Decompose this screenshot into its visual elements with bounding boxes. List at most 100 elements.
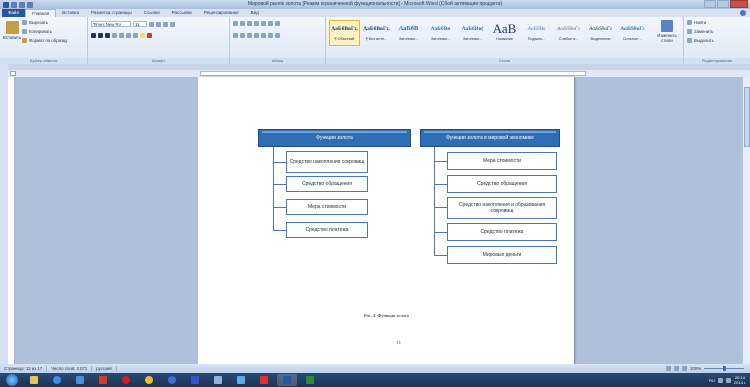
taskbar-yandex[interactable] [254, 374, 274, 386]
decrease-indent-icon[interactable] [254, 21, 259, 26]
tab-home[interactable]: Главная [25, 9, 57, 17]
style-heading-2[interactable]: АаБбВв Заголово... [425, 20, 456, 46]
minimize-button[interactable] [704, 0, 716, 8]
subscript-icon[interactable] [119, 33, 124, 38]
style-subtle-emphasis[interactable]: АаБбВвГг Слабое в... [553, 20, 584, 46]
copy-button[interactable]: Копировать [22, 29, 52, 34]
cut-button[interactable]: Вырезать [22, 20, 48, 25]
shading-icon[interactable] [268, 33, 273, 38]
taskbar-app[interactable] [185, 374, 205, 386]
style-heading-1[interactable]: АаБбВ Заголово... [393, 20, 424, 46]
grow-font-icon[interactable] [149, 21, 154, 27]
taskbar-word[interactable] [277, 374, 297, 386]
tab-view[interactable]: Вид [245, 9, 265, 17]
numbering-icon[interactable] [240, 21, 245, 26]
change-styles-button[interactable]: Изменить стили [653, 20, 681, 43]
align-right-icon[interactable] [247, 33, 252, 38]
start-button[interactable] [6, 374, 18, 386]
figure-caption[interactable]: Рис. 4. Функции золота [364, 313, 409, 318]
style-intense-emphasis[interactable]: АаБбВвГг Сильное ... [617, 20, 648, 46]
clock-date: 2014 г. [733, 380, 746, 385]
align-center-icon[interactable] [240, 33, 245, 38]
justify-icon[interactable] [254, 33, 259, 38]
help-icon[interactable] [740, 10, 746, 16]
left-strip [0, 64, 8, 364]
underline-icon[interactable] [105, 33, 110, 38]
close-button[interactable] [730, 0, 748, 8]
zoom-slider-handle[interactable] [723, 366, 726, 371]
volume-icon[interactable] [725, 377, 731, 383]
highlight-icon[interactable] [140, 33, 145, 38]
horizontal-ruler[interactable] [8, 70, 750, 77]
pilcrow-icon[interactable] [275, 21, 280, 26]
borders-icon[interactable] [275, 33, 280, 38]
sort-icon[interactable] [268, 21, 273, 26]
italic-icon[interactable] [98, 33, 103, 38]
taskbar-media[interactable] [70, 374, 90, 386]
tab-page-layout[interactable]: Разметка страницы [85, 9, 138, 17]
paragraph-group: Абзац [230, 17, 326, 64]
right-diagram-item: Средство платежа [447, 223, 557, 241]
view-print-layout-icon[interactable] [666, 366, 671, 371]
select-button[interactable]: Выделить [687, 38, 714, 43]
replace-button[interactable]: Заменить [687, 29, 713, 34]
document-page[interactable]: Функции золота Средство накопления сокро… [198, 77, 574, 364]
font-name-field[interactable]: Times New Ro [91, 21, 131, 27]
format-painter-button[interactable]: Формат по образцу [22, 38, 68, 43]
network-icon[interactable] [717, 377, 723, 383]
bullets-icon[interactable] [233, 21, 238, 26]
zoom-slider[interactable] [704, 366, 744, 371]
maximize-button[interactable] [717, 0, 729, 8]
style-heading-3[interactable]: АаБбВв( Заголово... [457, 20, 488, 46]
zoom-level[interactable]: 100% [690, 366, 701, 371]
bold-icon[interactable] [91, 33, 96, 38]
tab-review[interactable]: Рецензирование [198, 9, 245, 17]
word-count[interactable]: Число слов: 3 071 [47, 366, 93, 371]
taskbar-app[interactable] [162, 374, 182, 386]
text-effects-icon[interactable] [133, 33, 138, 38]
language-indicator[interactable]: RU [709, 378, 715, 383]
align-left-icon[interactable] [233, 33, 238, 38]
taskbar-explorer[interactable] [24, 374, 44, 386]
tab-selector[interactable] [10, 71, 16, 76]
tab-file[interactable]: Файл [2, 9, 26, 17]
vertical-scrollbar[interactable] [742, 77, 750, 364]
tab-mailings[interactable]: Рассылки [166, 9, 198, 17]
view-web-icon[interactable] [682, 366, 687, 371]
style-subtitle[interactable]: АаБбВв Подзаго... [521, 20, 552, 46]
binoculars-icon [687, 20, 692, 25]
taskbar-excel[interactable] [300, 374, 320, 386]
clear-format-icon[interactable] [170, 21, 175, 27]
paste-button[interactable]: Вставить [3, 21, 21, 40]
view-full-screen-icon[interactable] [674, 366, 679, 371]
multilevel-list-icon[interactable] [247, 21, 252, 26]
line-spacing-icon[interactable] [261, 33, 266, 38]
language-indicator[interactable]: русский [92, 366, 117, 371]
font-size-field[interactable]: 11 [133, 21, 147, 27]
tab-insert[interactable]: Вставка [56, 9, 85, 17]
taskbar-chrome[interactable] [139, 374, 159, 386]
strikethrough-icon[interactable] [112, 33, 117, 38]
taskbar-opera[interactable] [116, 374, 136, 386]
style-title[interactable]: АаВ Название [489, 20, 520, 46]
folder-icon [30, 376, 38, 384]
style-normal[interactable]: АаБбВвГг, ¶ Обычный [329, 20, 360, 46]
page-counter[interactable]: Страница: 12 из 17 [0, 366, 48, 371]
right-diagram-item: Средство обращения [447, 175, 557, 193]
shrink-font-icon[interactable] [156, 21, 161, 27]
change-case-icon[interactable] [163, 21, 168, 27]
clock[interactable]: 20:14 2014 г. [734, 375, 746, 385]
tab-references[interactable]: Ссылки [138, 9, 166, 17]
taskbar-app[interactable] [231, 374, 251, 386]
font-color-icon[interactable] [147, 33, 152, 38]
taskbar-app[interactable] [208, 374, 228, 386]
find-button[interactable]: Найти [687, 20, 706, 25]
vertical-ruler[interactable] [8, 77, 15, 364]
style-no-spacing[interactable]: АаБбВвГг, ¶ Без инте... [361, 20, 392, 46]
taskbar-ie[interactable] [47, 374, 67, 386]
style-emphasis[interactable]: АаБбВвГг Выделение [585, 20, 616, 46]
increase-indent-icon[interactable] [261, 21, 266, 26]
scrollbar-thumb[interactable] [744, 87, 750, 147]
superscript-icon[interactable] [126, 33, 131, 38]
taskbar-app[interactable] [93, 374, 113, 386]
